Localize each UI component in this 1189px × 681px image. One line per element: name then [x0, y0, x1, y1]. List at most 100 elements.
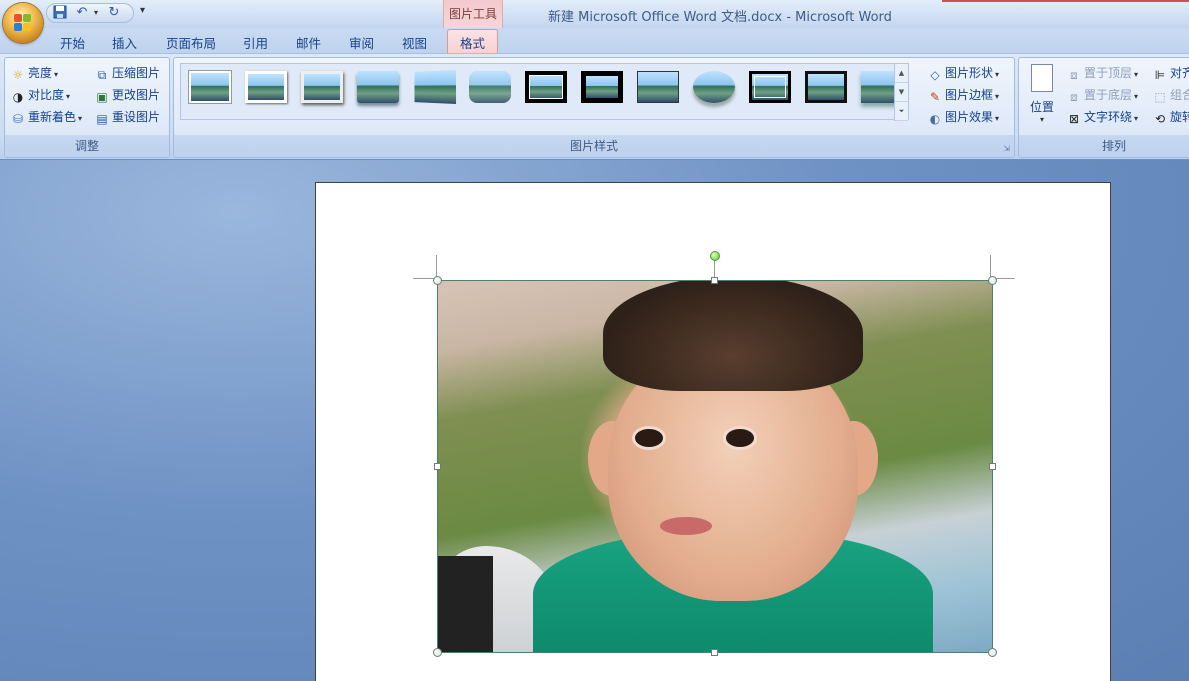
rotate-icon: ⟲ — [1154, 112, 1166, 126]
tab-review[interactable]: 审阅 — [349, 33, 374, 52]
recolor-icon: ⛁ — [12, 112, 24, 126]
brightness-button[interactable]: ☼ 亮度 ▾ — [11, 64, 58, 82]
align-icon: ⊫ — [1154, 68, 1166, 82]
resize-handle-bottom-right[interactable] — [988, 648, 997, 657]
resize-handle-bottom-left[interactable] — [433, 648, 442, 657]
gallery-scroll-up-icon[interactable]: ▲ — [895, 64, 908, 83]
style-thumbnail[interactable] — [749, 71, 791, 103]
compress-label: 压缩图片 — [112, 66, 161, 80]
contextual-tab-header: 图片工具 — [443, 0, 503, 28]
reset-picture-label: 重设图片 — [112, 110, 161, 124]
resize-handle-left[interactable] — [434, 463, 441, 470]
contrast-label: 对比度 — [28, 88, 65, 102]
tab-references[interactable]: 引用 — [243, 33, 268, 52]
arrange-group-label: 排列 — [1101, 139, 1126, 153]
effects-icon: ◐ — [929, 112, 941, 126]
tab-format[interactable]: 格式 — [447, 29, 499, 54]
dialog-launcher-icon[interactable]: ⇲ — [1003, 144, 1010, 153]
save-icon[interactable] — [51, 5, 69, 21]
align-button[interactable]: ⊫ 对齐 — [1153, 64, 1189, 82]
group-icon: ⬚ — [1154, 90, 1166, 104]
window-title: 新建 Microsoft Office Word 文档.docx - Micro… — [548, 10, 892, 25]
customize-qat-icon[interactable]: ▾ — [140, 5, 145, 16]
picture-selection-frame — [437, 280, 993, 653]
group-button[interactable]: ⬚ 组合 — [1153, 86, 1189, 104]
style-thumbnail[interactable] — [525, 71, 567, 103]
chevron-down-icon: ▾ — [54, 70, 59, 79]
picture-effects-button[interactable]: ◐ 图片效果 ▾ — [928, 108, 999, 126]
resize-handle-top-left[interactable] — [433, 276, 442, 285]
text-wrapping-button[interactable]: ⊠ 文字环绕 ▾ — [1067, 108, 1138, 126]
contrast-icon: ◑ — [12, 90, 24, 104]
chevron-down-icon: ▾ — [78, 114, 83, 123]
style-thumbnail[interactable] — [693, 71, 735, 103]
resize-handle-top[interactable] — [711, 277, 718, 284]
chevron-down-icon: ▾ — [1039, 115, 1044, 124]
style-thumbnail[interactable] — [469, 71, 511, 103]
text-wrapping-label: 文字环绕 — [1084, 110, 1133, 124]
compress-pictures-button[interactable]: ⧉ 压缩图片 — [95, 64, 160, 82]
chevron-down-icon: ▾ — [995, 70, 1000, 79]
picture-styles-group-label: 图片样式 — [569, 139, 618, 153]
style-thumbnail[interactable] — [357, 71, 399, 103]
recolor-button[interactable]: ⛁ 重新着色 ▾ — [11, 108, 82, 126]
text-wrap-icon: ⊠ — [1068, 112, 1080, 126]
redo-icon[interactable]: ↻ — [105, 5, 123, 21]
contrast-button[interactable]: ◑ 对比度 ▾ — [11, 86, 70, 104]
resize-handle-bottom[interactable] — [711, 649, 718, 656]
style-thumbnail[interactable] — [805, 71, 847, 103]
rotate-button[interactable]: ⟲ 旋转 — [1153, 108, 1189, 126]
change-picture-button[interactable]: ▣ 更改图片 — [95, 86, 160, 104]
rotate-label: 旋转 — [1170, 110, 1189, 124]
style-thumbnail[interactable] — [637, 71, 679, 103]
picture-border-button[interactable]: ✎ 图片边框 ▾ — [928, 86, 999, 104]
bring-to-front-label: 置于顶层 — [1084, 66, 1133, 80]
chevron-down-icon: ▾ — [1134, 92, 1139, 101]
resize-handle-top-right[interactable] — [988, 276, 997, 285]
picture-effects-label: 图片效果 — [945, 110, 994, 124]
brightness-label: 亮度 — [28, 66, 53, 80]
bring-front-icon: ⧈ — [1070, 68, 1078, 82]
resize-handle-right[interactable] — [989, 463, 996, 470]
align-label: 对齐 — [1170, 66, 1189, 80]
chevron-down-icon: ▾ — [66, 92, 71, 101]
tab-view[interactable]: 视图 — [402, 33, 427, 52]
gallery-scroll-down-icon[interactable]: ▼ — [895, 83, 908, 102]
tab-page-layout[interactable]: 页面布局 — [166, 33, 216, 52]
send-to-back-label: 置于底层 — [1084, 88, 1133, 102]
tab-mailings[interactable]: 邮件 — [296, 33, 321, 52]
chevron-down-icon: ▾ — [1134, 114, 1139, 123]
rotation-handle[interactable] — [710, 251, 720, 261]
chevron-down-icon: ▾ — [995, 92, 1000, 101]
chevron-down-icon: ▾ — [995, 114, 1000, 123]
style-thumbnail[interactable] — [301, 71, 343, 103]
picture-shape-label: 图片形状 — [945, 66, 994, 80]
tab-insert[interactable]: 插入 — [112, 33, 137, 52]
office-button[interactable] — [3, 3, 43, 43]
send-to-back-button[interactable]: ⧈ 置于底层 ▾ — [1067, 86, 1138, 104]
picture-border-label: 图片边框 — [945, 88, 994, 102]
change-picture-label: 更改图片 — [112, 88, 161, 102]
picture-shape-button[interactable]: ◇ 图片形状 ▾ — [928, 64, 999, 82]
position-label: 位置 — [1029, 100, 1054, 114]
title-bar: 图片工具 新建 Microsoft Office Word 文档.docx - … — [0, 0, 1189, 28]
adjust-group-label: 调整 — [74, 139, 99, 153]
send-back-icon: ⧈ — [1070, 90, 1078, 104]
brightness-icon: ☼ — [12, 68, 24, 82]
border-pen-icon: ✎ — [929, 90, 941, 104]
style-thumbnail[interactable] — [413, 69, 457, 105]
picture-styles-group: ▲ ▼ ⏷ ◇ 图片形状 ▾ ✎ 图片边框 ▾ ◐ 图片效果 ▾ 图片样式 ⇲ — [173, 57, 1015, 158]
style-thumbnail[interactable] — [189, 71, 231, 103]
picture-styles-gallery: ▲ ▼ ⏷ — [180, 63, 909, 121]
bring-to-front-button[interactable]: ⧈ 置于顶层 ▾ — [1067, 64, 1138, 82]
style-thumbnail[interactable] — [245, 71, 287, 103]
office-logo-icon — [14, 14, 32, 32]
tab-home[interactable]: 开始 — [60, 33, 85, 52]
gallery-more-icon[interactable]: ⏷ — [895, 102, 908, 121]
gallery-scrollbar: ▲ ▼ ⏷ — [894, 64, 908, 121]
undo-dropdown-icon[interactable]: ▾ — [87, 5, 105, 21]
reset-picture-button[interactable]: ▤ 重设图片 — [95, 108, 160, 126]
position-button[interactable]: 位置 ▾ — [1027, 62, 1057, 132]
style-thumbnail[interactable] — [581, 71, 623, 103]
ribbon-tabs: 开始 插入 页面布局 引用 邮件 审阅 视图 格式 — [0, 28, 1189, 54]
